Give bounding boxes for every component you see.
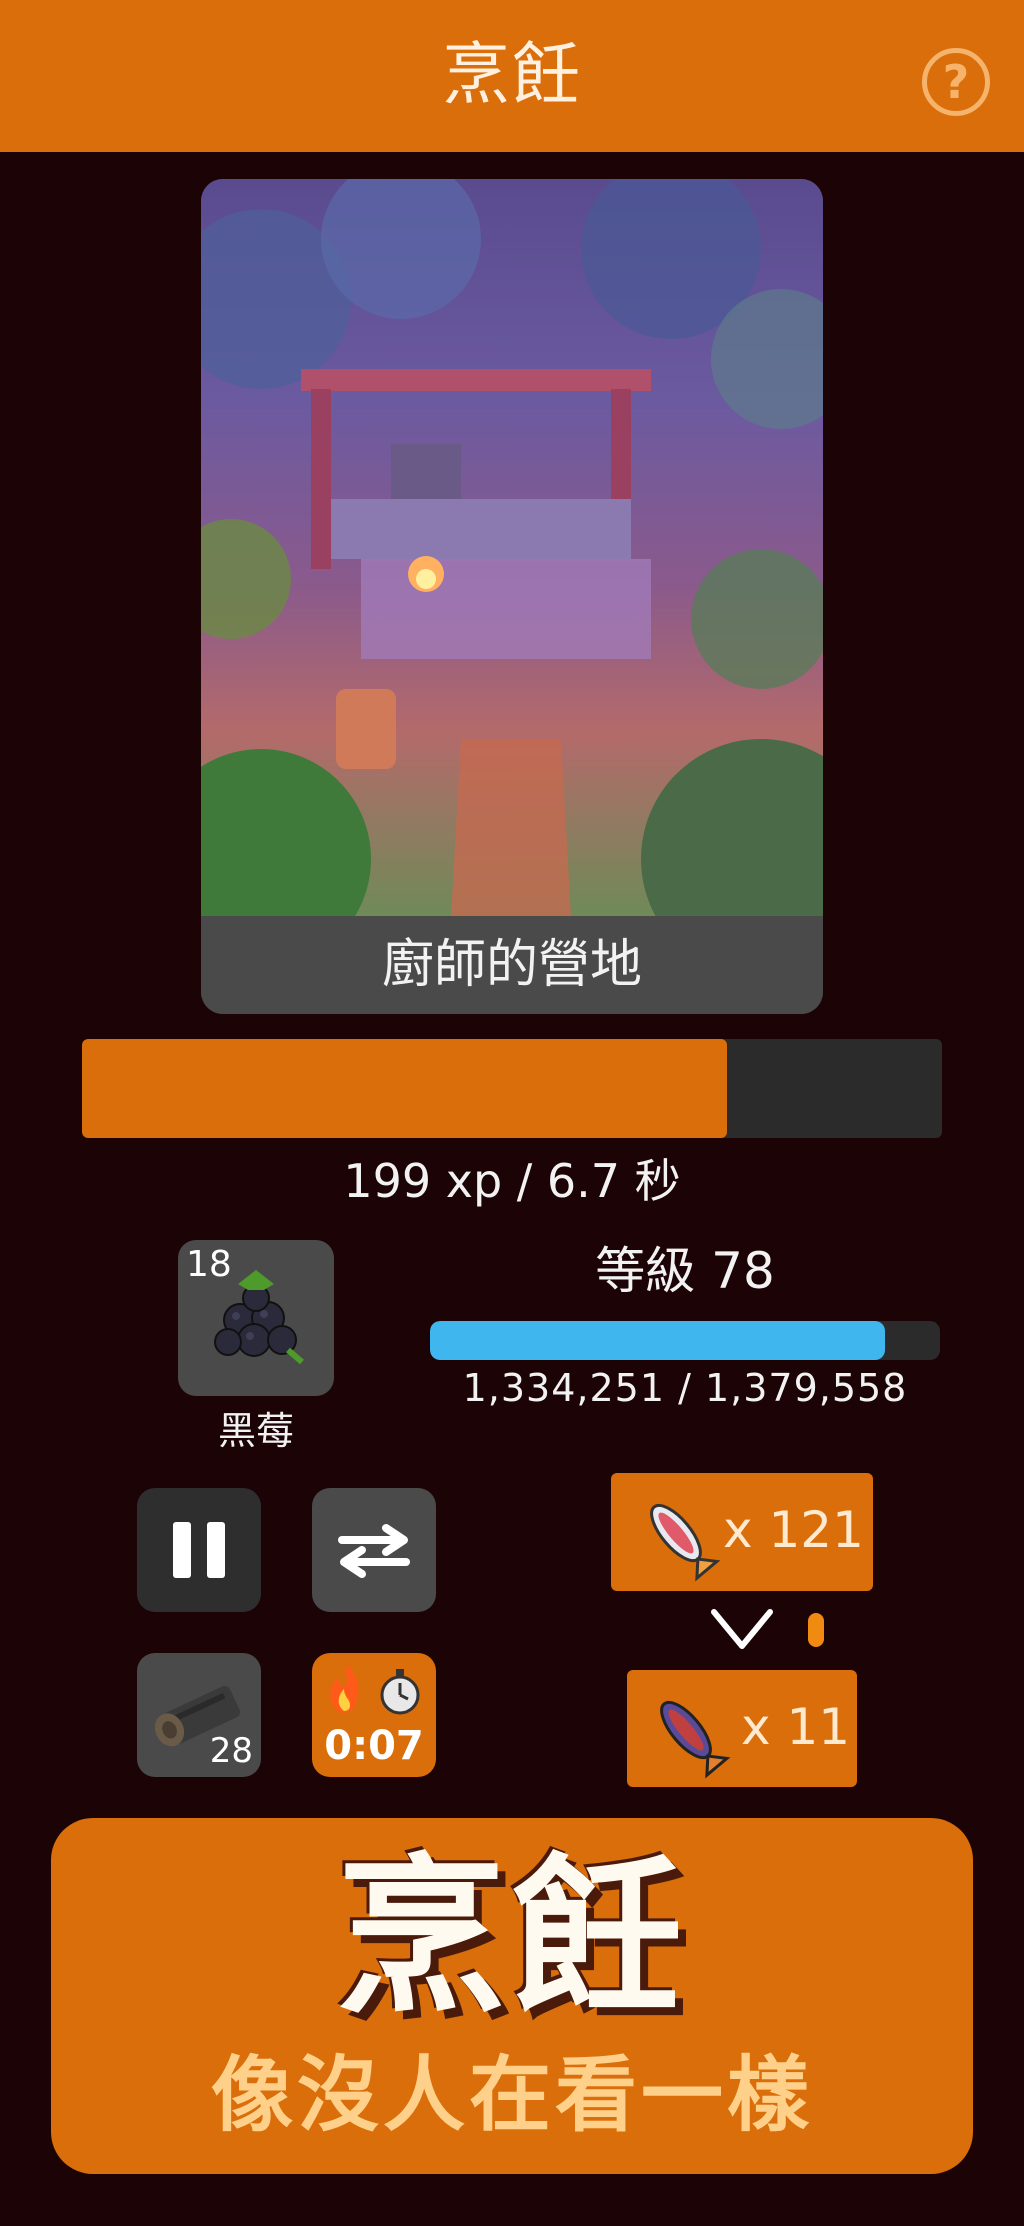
skill-level-label: 等級 78 <box>595 1242 775 1300</box>
action-progress-fill <box>82 1039 727 1138</box>
ingredient-slot[interactable]: 18 <box>178 1240 334 1396</box>
action-progress-bar <box>82 1039 942 1138</box>
location-card[interactable]: 廚師的營地 <box>201 179 823 1014</box>
input-item-count: x 121 <box>723 1501 864 1559</box>
input-item-box[interactable]: x 121 <box>611 1473 873 1591</box>
fire-timer: 0:07 <box>324 1723 424 1769</box>
xp-rate-text: 199 xp / 6.7 秒 <box>343 1154 681 1208</box>
level-xp-text: 1,334,251 / 1,379,558 <box>462 1366 908 1410</box>
blackberry-icon <box>214 1270 304 1365</box>
swap-recipe-button[interactable] <box>312 1488 436 1612</box>
promo-banner: 烹飪 像沒人在看一樣 <box>51 1818 973 2174</box>
banner-title: 烹飪 <box>335 1839 688 2037</box>
location-name: 廚師的營地 <box>201 916 823 1014</box>
pause-button[interactable] <box>137 1488 261 1612</box>
level-progress-fill <box>430 1321 886 1360</box>
cooking-screen: 烹飪 ? 廚師的營地 199 xp / 6.7 秒 18 黑莓 等級 78 1,… <box>0 0 1024 2226</box>
fuel-count: 28 <box>209 1731 253 1771</box>
cooked-fish-icon <box>660 1700 731 1779</box>
page-title: 烹飪 <box>441 36 582 115</box>
output-item-box[interactable]: x 11 <box>627 1670 857 1787</box>
ingredient-name: 黑莓 <box>217 1409 294 1453</box>
fire-timer-button[interactable]: 0:07 <box>312 1653 436 1777</box>
fire-indicator <box>808 1613 824 1647</box>
raw-fish-icon <box>650 1503 721 1582</box>
fire-stopwatch-icon <box>330 1665 420 1715</box>
banner-subtitle: 像沒人在看一樣 <box>210 2048 813 2143</box>
swap-arrows-icon <box>338 1524 410 1578</box>
chevron-down-icon <box>711 1609 773 1649</box>
level-progress-bar <box>430 1321 940 1360</box>
fuel-slot[interactable]: 28 <box>137 1653 261 1777</box>
pixel-art-illustration <box>201 179 823 979</box>
output-item-count: x 11 <box>741 1698 851 1756</box>
help-button[interactable]: ? <box>922 48 990 116</box>
chef-camp-scene-image <box>201 179 823 979</box>
pause-icon <box>173 1522 225 1578</box>
app-header: 烹飪 ? <box>0 0 1024 152</box>
